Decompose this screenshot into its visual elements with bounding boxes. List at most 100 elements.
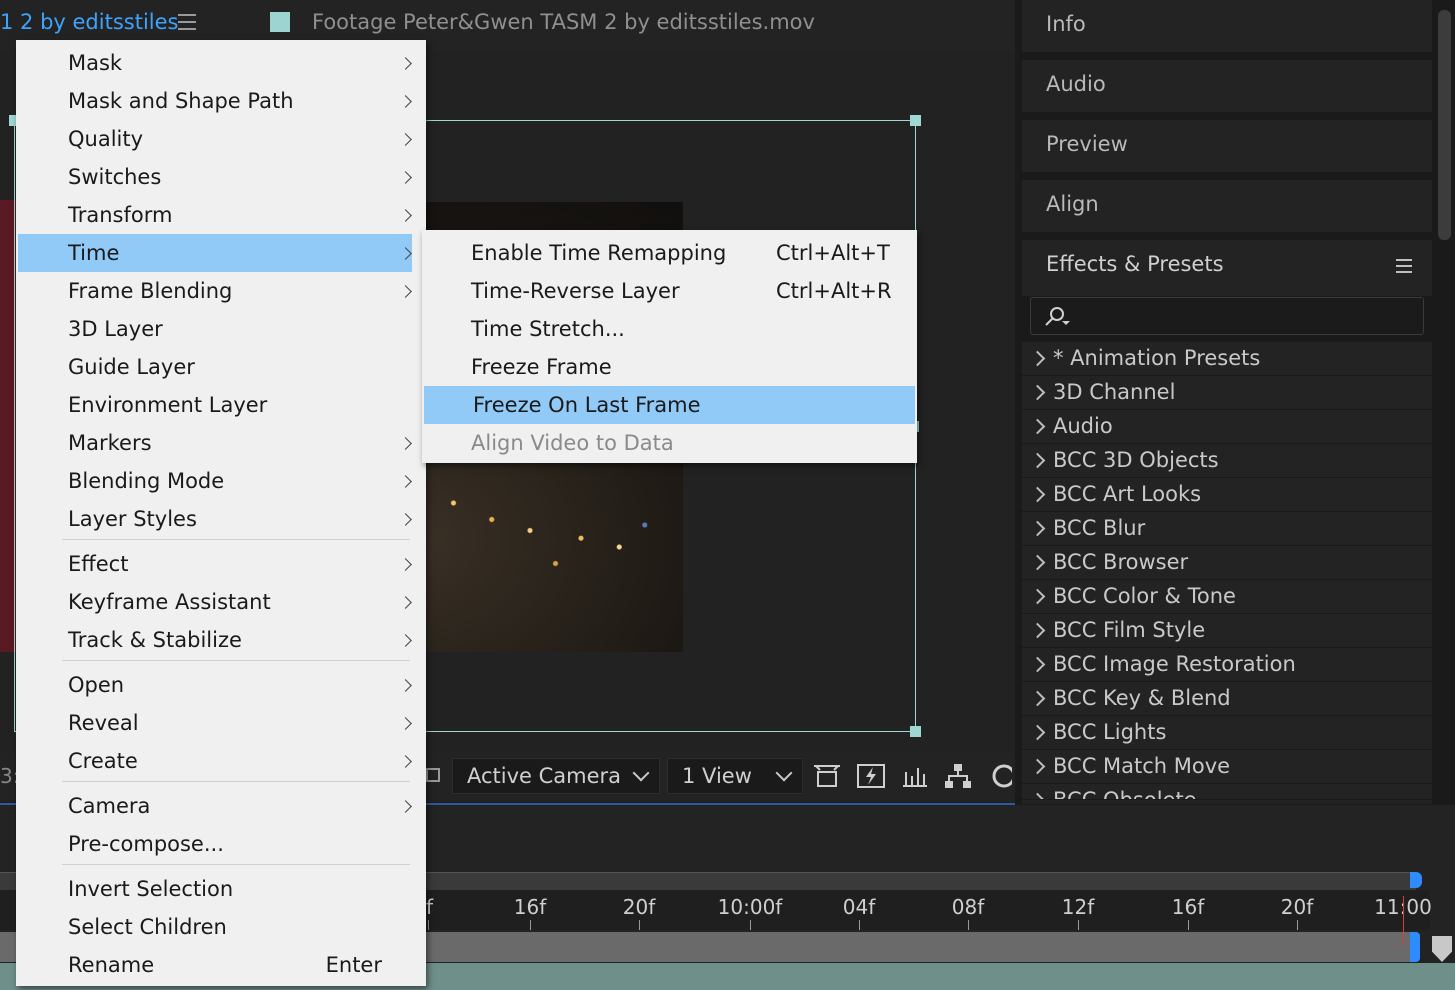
work-area-end-handle[interactable] [1410,872,1422,888]
info-panel-tab[interactable]: Info [1022,0,1432,52]
toggle-view-icon[interactable] [812,762,842,790]
menu-item-invert-selection[interactable]: Invert Selection [18,870,412,908]
effects-category-row[interactable]: BCC Art Looks [1022,478,1432,512]
chevron-right-icon[interactable] [1029,622,1046,639]
submenu-item-enable-time-remapping[interactable]: Enable Time Remapping Ctrl+Alt+T [422,234,915,272]
time-tick-label: 20f [622,895,656,919]
menu-item-3d-layer[interactable]: 3D Layer [18,310,412,348]
effects-category-label: BCC Obsolete [1053,788,1197,800]
transform-handle[interactable] [910,726,921,737]
submenu-arrow-icon [399,247,412,260]
grid-icon[interactable] [426,768,440,782]
layer-out-point-handle[interactable] [1410,932,1420,962]
menu-item-pre-compose[interactable]: Pre-compose... [18,825,412,863]
menu-item-camera[interactable]: Camera [18,787,412,825]
menu-item-rename[interactable]: Rename Enter [18,946,412,984]
audio-panel-tab[interactable]: Audio [1022,60,1432,112]
menu-item-keyframe-assistant[interactable]: Keyframe Assistant [18,583,412,621]
submenu-arrow-icon [399,57,412,70]
hamburger-menu-icon[interactable] [178,14,196,30]
chevron-right-icon[interactable] [1029,758,1046,775]
menu-item-mask[interactable]: Mask [18,44,412,82]
effects-category-row[interactable]: BCC Lights [1022,716,1432,750]
align-panel-tab[interactable]: Align [1022,180,1432,232]
effects-category-label: * Animation Presets [1053,346,1261,370]
effects-category-row[interactable]: BCC Key & Blend [1022,682,1432,716]
menu-item-quality[interactable]: Quality [18,120,412,158]
menu-item-blending-mode[interactable]: Blending Mode [18,462,412,500]
chevron-right-icon[interactable] [1029,724,1046,741]
submenu-item-time-stretch[interactable]: Time Stretch... [422,310,915,348]
menu-item-label: Frame Blending [68,279,233,303]
menu-item-label: Track & Stabilize [68,628,242,652]
menu-item-environment-layer[interactable]: Environment Layer [18,386,412,424]
effects-category-row[interactable]: BCC Browser [1022,546,1432,580]
chevron-right-icon[interactable] [1029,452,1046,469]
preview-panel-tab[interactable]: Preview [1022,120,1432,172]
effects-category-row[interactable]: BCC Image Restoration [1022,648,1432,682]
flowchart-icon[interactable] [943,762,973,790]
chevron-right-icon[interactable] [1029,384,1046,401]
effects-category-row[interactable]: BCC 3D Objects [1022,444,1432,478]
menu-item-effect[interactable]: Effect [18,545,412,583]
panel-menu-icon[interactable] [1396,259,1412,273]
menu-item-reveal[interactable]: Reveal [18,704,412,742]
search-icon[interactable] [1043,305,1071,329]
menu-item-markers[interactable]: Markers [18,424,412,462]
effects-category-row[interactable]: 3D Channel [1022,376,1432,410]
effects-category-row[interactable]: BCC Match Move [1022,750,1432,784]
effects-category-label: BCC Blur [1053,516,1146,540]
effects-category-row[interactable]: Audio [1022,410,1432,444]
chevron-right-icon[interactable] [1029,520,1046,537]
fast-preview-icon[interactable] [856,762,886,790]
timeline-icon[interactable] [900,762,930,790]
menu-item-select-children[interactable]: Select Children [18,908,412,946]
menu-item-label: Mask [68,51,123,75]
chevron-right-icon[interactable] [1029,554,1046,571]
composition-tab[interactable]: 1 2 by editsstiles [0,10,178,34]
menu-item-track-stabilize[interactable]: Track & Stabilize [18,621,412,659]
effects-category-row[interactable]: BCC Film Style [1022,614,1432,648]
effects-category-row[interactable]: BCC Color & Tone [1022,580,1432,614]
menu-item-frame-blending[interactable]: Frame Blending [18,272,412,310]
submenu-item-freeze-on-last-frame[interactable]: Freeze On Last Frame [424,386,915,424]
chevron-right-icon[interactable] [1029,656,1046,673]
transform-handle[interactable] [910,115,921,126]
menu-item-mask-and-shape-path[interactable]: Mask and Shape Path [18,82,412,120]
menu-item-open[interactable]: Open [18,666,412,704]
submenu-item-label: Freeze Frame [471,355,612,379]
menu-item-label: Guide Layer [68,355,195,379]
chevron-right-icon[interactable] [1029,792,1046,799]
menu-item-time[interactable]: Time [18,234,412,272]
time-tick-label: 12f [1061,895,1095,919]
submenu-arrow-icon [399,558,412,571]
submenu-arrow-icon [399,133,412,146]
chevron-right-icon[interactable] [1029,418,1046,435]
current-time-indicator[interactable] [1403,896,1404,946]
menu-item-guide-layer[interactable]: Guide Layer [18,348,412,386]
time-tick-label: f [426,895,434,919]
effects-search-input[interactable] [1030,297,1424,335]
submenu-item-time-reverse-layer[interactable]: Time-Reverse Layer Ctrl+Alt+R [422,272,915,310]
menu-item-create[interactable]: Create [18,742,412,780]
chevron-right-icon[interactable] [1029,350,1046,367]
view-layout-dropdown[interactable]: 1 View [667,758,803,794]
menu-item-switches[interactable]: Switches [18,158,412,196]
footage-tab[interactable]: Footage Peter&Gwen TASM 2 by editsstiles… [312,10,815,34]
shutter-icon[interactable] [990,762,1012,790]
menu-item-transform[interactable]: Transform [18,196,412,234]
chevron-right-icon[interactable] [1029,690,1046,707]
scrollbar-thumb[interactable] [1438,10,1451,240]
footage-color-label-icon [270,12,290,32]
menu-item-label: Quality [68,127,144,151]
effects-category-row[interactable]: * Animation Presets [1022,342,1432,376]
chevron-right-icon[interactable] [1029,588,1046,605]
submenu-arrow-icon [399,95,412,108]
effects-category-row[interactable]: BCC Blur [1022,512,1432,546]
menu-item-layer-styles[interactable]: Layer Styles [18,500,412,538]
time-tick-label: 04f [842,895,876,919]
chevron-right-icon[interactable] [1029,486,1046,503]
active-camera-dropdown[interactable]: Active Camera [452,758,660,794]
effects-category-row[interactable]: BCC Obsolete [1022,784,1432,800]
submenu-item-freeze-frame[interactable]: Freeze Frame [422,348,915,386]
